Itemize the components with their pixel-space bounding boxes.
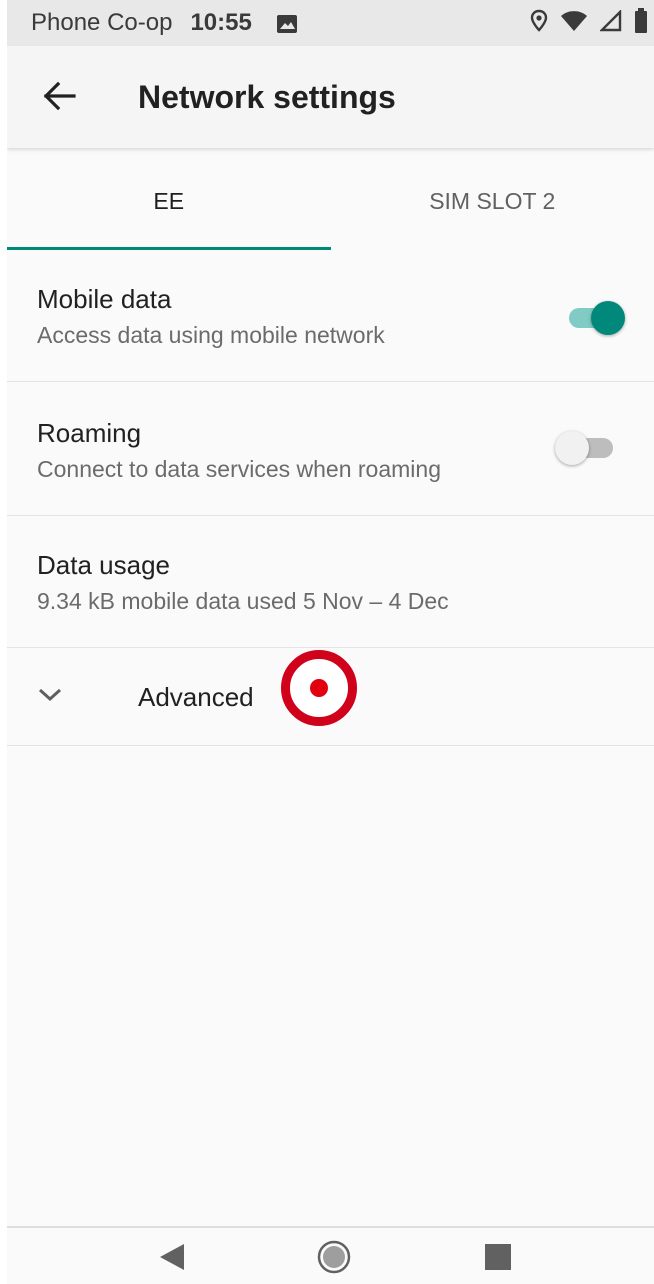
image-icon	[276, 13, 298, 33]
tap-target-dot	[310, 679, 328, 697]
nav-recents-button[interactable]	[481, 1242, 515, 1276]
data-usage-title: Data usage	[37, 550, 170, 580]
home-circle-icon	[317, 1240, 351, 1279]
location-icon	[530, 9, 548, 38]
wifi-icon	[560, 10, 588, 37]
tab-ee-label: EE	[153, 187, 185, 214]
system-nav-bar	[7, 1226, 654, 1284]
clock-time: 10:55	[190, 9, 252, 36]
tap-target-marker	[281, 650, 357, 726]
mobile-data-row[interactable]: Mobile data Access data using mobile net…	[7, 250, 654, 382]
screen: Phone Co-op 10:55 Network settings EE SI…	[7, 0, 654, 1284]
roaming-switch[interactable]	[555, 431, 613, 465]
roaming-title: Roaming	[37, 418, 142, 448]
status-icons	[530, 0, 648, 46]
mobile-data-subtitle: Access data using mobile network	[37, 322, 385, 348]
nav-home-button[interactable]	[317, 1240, 351, 1279]
tab-sim-slot-2-label: SIM SLOT 2	[429, 187, 556, 214]
status-bar: Phone Co-op 10:55	[7, 0, 654, 46]
battery-icon	[634, 7, 648, 39]
sim-tabs: EE SIM SLOT 2	[7, 152, 654, 250]
status-left: Phone Co-op 10:55	[31, 0, 298, 46]
back-triangle-icon	[158, 1242, 186, 1277]
tab-ee[interactable]: EE	[7, 152, 331, 250]
data-usage-row[interactable]: Data usage 9.34 kB mobile data used 5 No…	[7, 516, 654, 648]
mobile-data-switch[interactable]	[569, 301, 625, 335]
signal-icon	[599, 8, 622, 37]
mobile-data-switch-thumb	[591, 301, 625, 335]
mobile-data-title: Mobile data	[37, 284, 172, 314]
chevron-down-icon	[37, 686, 63, 709]
advanced-label: Advanced	[138, 682, 254, 712]
arrow-left-icon	[42, 81, 76, 116]
recents-square-icon	[484, 1243, 512, 1276]
nav-back-button[interactable]	[155, 1242, 189, 1276]
page-title: Network settings	[138, 78, 396, 115]
data-usage-subtitle: 9.34 kB mobile data used 5 Nov – 4 Dec	[37, 588, 449, 614]
roaming-row[interactable]: Roaming Connect to data services when ro…	[7, 382, 654, 516]
back-button[interactable]	[35, 74, 83, 122]
roaming-switch-thumb	[555, 431, 589, 465]
roaming-subtitle: Connect to data services when roaming	[37, 456, 441, 482]
tab-sim-slot-2[interactable]: SIM SLOT 2	[331, 152, 654, 250]
app-bar: Network settings	[7, 46, 654, 148]
carrier-name: Phone Co-op	[31, 9, 173, 36]
